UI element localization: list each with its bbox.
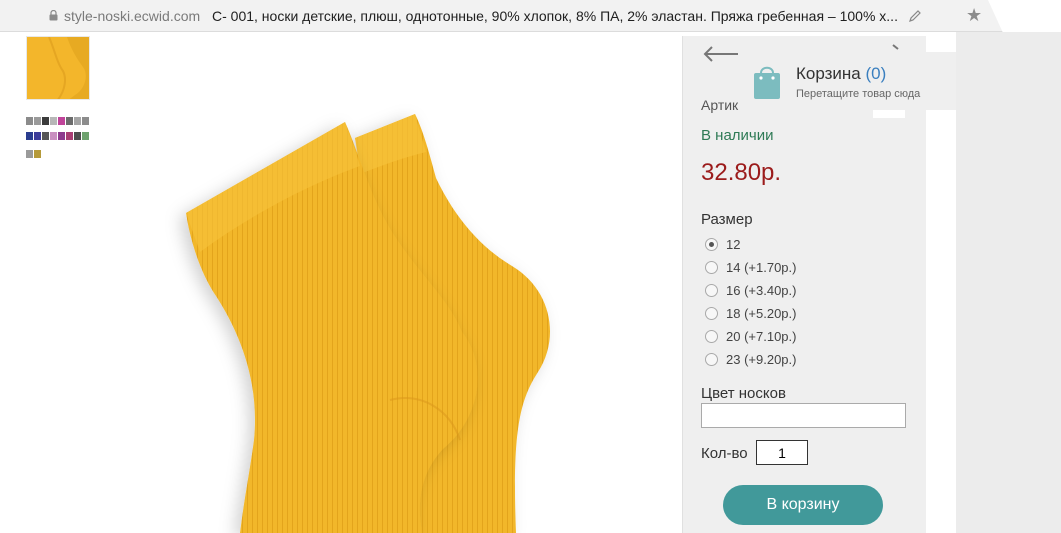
size-option-label: 23 (+9.20р.) bbox=[726, 351, 797, 367]
address-url[interactable]: style-noski.ecwid.com bbox=[64, 8, 200, 24]
size-radio[interactable] bbox=[705, 329, 718, 343]
size-option[interactable]: 14 (+1.70р.) bbox=[705, 258, 796, 276]
shopping-bag-icon[interactable] bbox=[752, 62, 782, 100]
size-option-label: 18 (+5.20р.) bbox=[726, 305, 797, 321]
size-option[interactable]: 20 (+7.10р.) bbox=[705, 327, 796, 345]
cart-title-text: Корзина bbox=[796, 64, 861, 83]
size-option-label: 14 (+1.70р.) bbox=[726, 259, 797, 275]
quantity-label: Кол-во bbox=[701, 445, 748, 462]
color-swatches-image bbox=[26, 117, 89, 158]
size-radio[interactable] bbox=[705, 352, 718, 366]
app-root: style-noski.ecwid.com С- 001, носки детс… bbox=[0, 0, 1061, 533]
pencil-icon[interactable] bbox=[908, 9, 922, 23]
thumbnail-color-grid[interactable] bbox=[26, 117, 90, 169]
color-label: Цвет носков bbox=[701, 385, 786, 402]
product-image[interactable] bbox=[160, 100, 600, 533]
star-icon[interactable]: ★ bbox=[966, 6, 982, 24]
size-option-label: 20 (+7.10р.) bbox=[726, 328, 797, 344]
cart-title[interactable]: Корзина (0) bbox=[796, 64, 886, 84]
size-radio[interactable] bbox=[705, 283, 718, 297]
cart-count: (0) bbox=[865, 64, 887, 83]
size-option[interactable]: 23 (+9.20р.) bbox=[705, 350, 796, 368]
size-radio[interactable] bbox=[705, 237, 718, 251]
size-option[interactable]: 18 (+5.20р.) bbox=[705, 304, 796, 322]
product-price: 32.80р. bbox=[701, 159, 782, 186]
stock-status: В наличии bbox=[701, 127, 774, 144]
lock-icon bbox=[49, 10, 58, 21]
panel-gap bbox=[926, 36, 956, 533]
yellow-socks-image bbox=[186, 114, 551, 533]
browser-address-bar[interactable]: style-noski.ecwid.com С- 001, носки детс… bbox=[0, 0, 1061, 32]
size-option[interactable]: 16 (+3.40р.) bbox=[705, 281, 796, 299]
page-side-background bbox=[956, 32, 1061, 533]
back-arrow-icon[interactable] bbox=[702, 44, 740, 64]
sock-thumbnail-image bbox=[27, 37, 89, 99]
add-to-cart-button[interactable]: В корзину bbox=[723, 485, 883, 525]
forward-arrow-fragment-icon[interactable] bbox=[892, 44, 900, 52]
size-radio[interactable] bbox=[705, 260, 718, 274]
quantity-input[interactable] bbox=[756, 440, 808, 465]
size-label: Размер bbox=[701, 211, 753, 228]
color-input[interactable] bbox=[701, 403, 906, 428]
page-title: С- 001, носки детские, плюш, однотонные,… bbox=[212, 8, 898, 24]
size-option-label: 16 (+3.40р.) bbox=[726, 282, 797, 298]
size-option-label: 12 bbox=[726, 236, 741, 252]
size-option[interactable]: 12 bbox=[705, 235, 740, 253]
thumbnail-main[interactable] bbox=[26, 36, 90, 100]
cart-hint: Перетащите товар сюда bbox=[796, 88, 921, 100]
size-radio[interactable] bbox=[705, 306, 718, 320]
article-label: Артик bbox=[701, 97, 739, 113]
tab-strip-edge bbox=[988, 0, 1061, 32]
